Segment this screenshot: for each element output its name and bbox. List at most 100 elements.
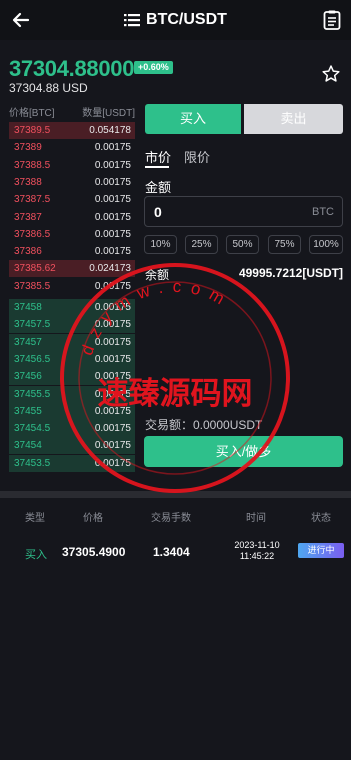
row-lots: 1.3404: [153, 545, 190, 559]
row-clock: 11:45:22: [239, 551, 275, 561]
bid-row[interactable]: 37458 0.00175: [9, 299, 135, 316]
bid-row[interactable]: 37457 0.00175: [9, 333, 135, 351]
ask-qty: 0.00175: [94, 246, 131, 258]
bid-row[interactable]: 37455 0.00175: [9, 402, 135, 420]
bid-qty: 0.00175: [94, 371, 131, 383]
status-badge: 进行中: [298, 543, 344, 558]
col-time-header: 时间: [246, 513, 266, 524]
ask-qty: 0.00175: [94, 176, 131, 188]
order-type-limit[interactable]: 限价: [184, 147, 210, 166]
bid-qty: 0.00175: [94, 319, 131, 331]
col-fee-header: 交易手数: [151, 513, 191, 524]
bid-qty: 0.00175: [94, 423, 131, 435]
ask-qty: 0.024173: [89, 263, 131, 275]
ask-row[interactable]: 37389.5 0.054178: [9, 122, 135, 139]
favorite-star-icon[interactable]: [321, 64, 341, 84]
bid-qty: 0.00175: [94, 336, 131, 348]
buy-long-button[interactable]: 买入/做多: [144, 436, 343, 467]
ask-row[interactable]: 37388.5 0.00175: [9, 157, 135, 174]
ask-price: 37388: [14, 176, 42, 188]
ask-qty: 0.00175: [94, 280, 131, 292]
col-status-header: 状态: [311, 513, 331, 524]
bid-qty: 0.00175: [94, 457, 131, 469]
section-divider: [0, 491, 351, 498]
ask-qty: 0.054178: [89, 125, 131, 136]
ask-row[interactable]: 37389 0.00175: [9, 139, 135, 156]
page-title: BTC/USDT: [146, 11, 227, 28]
menu-list-icon: [124, 14, 141, 27]
percent-button-25[interactable]: 25%: [185, 235, 218, 254]
ask-row[interactable]: 37385.62 0.024173: [9, 260, 135, 278]
ask-price: 37386.5: [14, 228, 51, 240]
bid-price: 37456.5: [14, 353, 51, 365]
amount-input[interactable]: 0 BTC: [144, 196, 343, 227]
bid-qty: 0.00175: [94, 302, 131, 313]
ask-price: 37388.5: [14, 159, 51, 171]
bid-price: 37454: [14, 440, 42, 452]
percent-button-100[interactable]: 100%: [309, 235, 343, 254]
percent-button-75[interactable]: 75%: [268, 235, 301, 254]
ask-qty: 0.00175: [94, 142, 131, 154]
bid-price: 37457.5: [14, 319, 51, 331]
ask-qty: 0.00175: [94, 159, 131, 171]
row-price: 37305.4900: [62, 545, 126, 559]
ask-row[interactable]: 37387 0.00175: [9, 209, 135, 226]
balance-value: 49995.7212[USDT]: [238, 266, 343, 280]
bid-price: 37455.5: [14, 388, 51, 400]
bid-row[interactable]: 37453.5 0.00175: [9, 454, 135, 472]
ask-price: 37389.5: [14, 125, 51, 136]
bid-price: 37456: [14, 371, 42, 383]
ask-price: 37389: [14, 142, 42, 154]
bid-price: 37453.5: [14, 457, 51, 469]
bid-row[interactable]: 37456.5 0.00175: [9, 350, 135, 368]
price-usd: 37304.88 USD: [9, 81, 88, 95]
amount-unit: BTC: [312, 206, 334, 218]
order-type-market[interactable]: 市价: [145, 147, 171, 166]
row-date: 2023-11-10: [234, 540, 280, 550]
bid-row[interactable]: 37456 0.00175: [9, 368, 135, 386]
ask-price: 37385.5: [14, 280, 51, 292]
col-type-header: 类型: [25, 513, 45, 524]
percent-button-10[interactable]: 10%: [144, 235, 177, 254]
bid-row[interactable]: 37457.5 0.00175: [9, 316, 135, 334]
bid-qty: 0.00175: [94, 388, 131, 400]
ask-price: 37387.5: [14, 194, 51, 206]
ask-price: 37386: [14, 246, 42, 258]
amount-value: 0: [154, 204, 162, 220]
ask-qty: 0.00175: [94, 228, 131, 240]
bid-qty: 0.00175: [94, 353, 131, 365]
row-type: 买入: [25, 549, 47, 561]
ask-row[interactable]: 37386 0.00175: [9, 243, 135, 260]
order-record-icon[interactable]: [323, 10, 341, 30]
ask-row[interactable]: 37387.5 0.00175: [9, 191, 135, 208]
bid-row[interactable]: 37454.5 0.00175: [9, 420, 135, 438]
orderbook-price-header: 价格[BTC]: [9, 108, 55, 119]
ask-row[interactable]: 37385.5 0.00175: [9, 278, 135, 295]
ask-price: 37385.62: [14, 263, 56, 275]
bid-price: 37457: [14, 336, 42, 348]
ask-qty: 0.00175: [94, 194, 131, 206]
top-bar: BTC/USDT: [0, 0, 351, 40]
col-price-header: 价格: [83, 513, 103, 524]
last-price: 37304.88000: [9, 56, 135, 81]
bid-row[interactable]: 37455.5 0.00175: [9, 385, 135, 403]
tab-sell[interactable]: 卖出: [244, 104, 343, 134]
ask-qty: 0.00175: [94, 211, 131, 223]
tab-buy[interactable]: 买入: [145, 104, 241, 134]
percent-button-50[interactable]: 50%: [226, 235, 259, 254]
change-badge: +0.60%: [134, 61, 173, 74]
bid-price: 37458: [14, 302, 42, 313]
bid-qty: 0.00175: [94, 405, 131, 417]
bid-price: 37455: [14, 405, 42, 417]
pair-selector[interactable]: BTC/USDT: [0, 0, 351, 40]
ask-row[interactable]: 37388 0.00175: [9, 174, 135, 191]
bid-qty: 0.00175: [94, 440, 131, 452]
trade-amount: 交易额：0.0000USDT: [145, 418, 263, 432]
row-time: 2023-11-10 11:45:22: [229, 540, 285, 562]
orderbook-qty-header: 数量[USDT]: [82, 108, 135, 119]
balance-label: 余额: [145, 268, 170, 282]
bid-row[interactable]: 37454 0.00175: [9, 437, 135, 455]
ask-row[interactable]: 37386.5 0.00175: [9, 226, 135, 243]
active-tab-indicator: [145, 166, 169, 168]
amount-label: 金额: [145, 180, 172, 195]
